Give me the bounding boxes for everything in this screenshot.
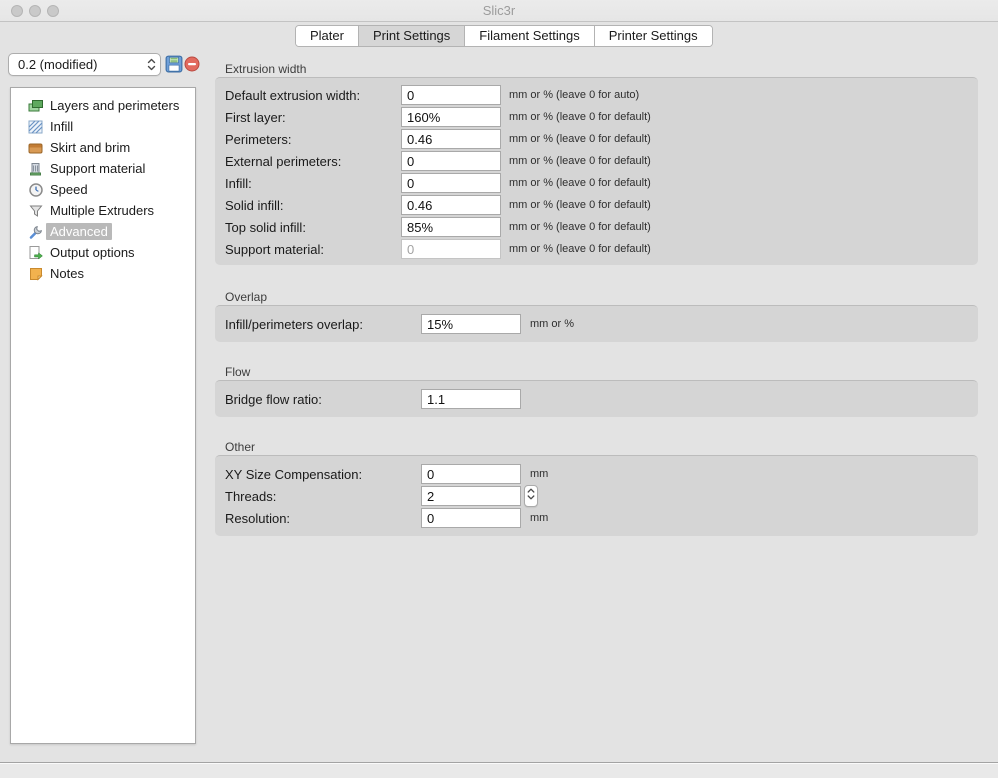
sidebar-item-advanced[interactable]: Advanced <box>11 221 195 242</box>
sidebar-item-skirt-and-brim[interactable]: Skirt and brim <box>11 137 195 158</box>
sidebar-item-label: Infill <box>50 119 73 134</box>
field-label: Resolution: <box>225 511 290 526</box>
infill-perimeters-overlap-input[interactable] <box>421 314 521 334</box>
field-label: Infill/perimeters overlap: <box>225 317 363 332</box>
main-tabs: Plater Print Settings Filament Settings … <box>295 25 713 47</box>
tab-printer-settings[interactable]: Printer Settings <box>595 26 712 46</box>
section-title-flow: Flow <box>225 365 250 379</box>
unit-hint: mm or % (leave 0 for default) <box>509 221 651 233</box>
advanced-icon <box>28 224 44 240</box>
unit-hint: mm or % (leave 0 for default) <box>509 155 651 167</box>
preset-combobox[interactable]: 0.2 (modified) <box>8 53 161 76</box>
save-preset-button[interactable] <box>165 55 183 73</box>
preset-value: 0.2 (modified) <box>18 57 97 72</box>
sidebar-item-output-options[interactable]: Output options <box>11 242 195 263</box>
sidebar-item-multiple-extruders[interactable]: Multiple Extruders <box>11 200 195 221</box>
section-panel-extrusion-width <box>215 77 978 265</box>
threads-input[interactable] <box>421 486 521 506</box>
field-label: Support material: <box>225 242 324 257</box>
title-bar: Slic3r <box>0 0 998 22</box>
field-label: Default extrusion width: <box>225 88 360 103</box>
field-label: External perimeters: <box>225 154 341 169</box>
resolution-input[interactable] <box>421 508 521 528</box>
perimeters-input[interactable] <box>401 129 501 149</box>
sidebar-item-label: Speed <box>50 182 88 197</box>
infill-icon <box>28 119 44 135</box>
output-icon <box>28 245 44 261</box>
xy-size-compensation-input[interactable] <box>421 464 521 484</box>
unit-hint: mm or % (leave 0 for auto) <box>509 89 639 101</box>
field-label: Top solid infill: <box>225 220 306 235</box>
default-extrusion-width-input[interactable] <box>401 85 501 105</box>
support-material-width-input[interactable] <box>401 239 501 259</box>
window-title: Slic3r <box>0 0 998 22</box>
unit-hint: mm <box>530 468 548 480</box>
sidebar-item-label: Support material <box>50 161 145 176</box>
field-label: XY Size Compensation: <box>225 467 362 482</box>
field-label: First layer: <box>225 110 286 125</box>
floppy-disk-icon <box>165 60 183 77</box>
settings-category-tree: Layers and perimeters Infill Skirt and b… <box>10 87 196 744</box>
unit-hint: mm or % (leave 0 for default) <box>509 243 651 255</box>
sidebar-item-label: Notes <box>50 266 84 281</box>
delete-preset-button[interactable] <box>184 56 200 72</box>
infill-width-input[interactable] <box>401 173 501 193</box>
extruders-icon <box>28 203 44 219</box>
sidebar-item-support-material[interactable]: Support material <box>11 158 195 179</box>
threads-stepper[interactable] <box>524 485 538 507</box>
field-label: Perimeters: <box>225 132 291 147</box>
section-title-other: Other <box>225 440 255 454</box>
unit-hint: mm or % (leave 0 for default) <box>509 133 651 145</box>
unit-hint: mm <box>530 512 548 524</box>
sidebar-item-label: Advanced <box>46 223 112 240</box>
external-perimeters-input[interactable] <box>401 151 501 171</box>
unit-hint: mm or % <box>530 318 574 330</box>
tab-print-settings[interactable]: Print Settings <box>359 26 465 46</box>
stepper-arrows-icon <box>527 487 535 506</box>
field-label: Bridge flow ratio: <box>225 392 322 407</box>
solid-infill-input[interactable] <box>401 195 501 215</box>
sidebar-item-notes[interactable]: Notes <box>11 263 195 284</box>
field-label: Solid infill: <box>225 198 284 213</box>
skirt-icon <box>28 140 44 156</box>
combobox-stepper-icon <box>147 57 156 72</box>
speed-icon <box>28 182 44 198</box>
sidebar-item-layers-and-perimeters[interactable]: Layers and perimeters <box>11 95 195 116</box>
status-bar <box>0 763 998 778</box>
sidebar-item-label: Multiple Extruders <box>50 203 154 218</box>
field-label: Infill: <box>225 176 252 191</box>
first-layer-input[interactable] <box>401 107 501 127</box>
section-title-extrusion-width: Extrusion width <box>225 62 306 76</box>
bridge-flow-ratio-input[interactable] <box>421 389 521 409</box>
field-label: Threads: <box>225 489 276 504</box>
minus-circle-icon <box>184 59 200 76</box>
notes-icon <box>28 266 44 282</box>
sidebar-item-label: Skirt and brim <box>50 140 130 155</box>
sidebar-item-label: Output options <box>50 245 135 260</box>
top-solid-infill-input[interactable] <box>401 217 501 237</box>
tab-plater[interactable]: Plater <box>296 26 359 46</box>
layers-icon <box>28 98 44 114</box>
unit-hint: mm or % (leave 0 for default) <box>509 111 651 123</box>
section-title-overlap: Overlap <box>225 290 267 304</box>
tab-filament-settings[interactable]: Filament Settings <box>465 26 594 46</box>
sidebar-item-speed[interactable]: Speed <box>11 179 195 200</box>
unit-hint: mm or % (leave 0 for default) <box>509 177 651 189</box>
section-panel-flow <box>215 380 978 417</box>
unit-hint: mm or % (leave 0 for default) <box>509 199 651 211</box>
sidebar-item-label: Layers and perimeters <box>50 98 179 113</box>
sidebar-item-infill[interactable]: Infill <box>11 116 195 137</box>
support-icon <box>28 161 44 177</box>
